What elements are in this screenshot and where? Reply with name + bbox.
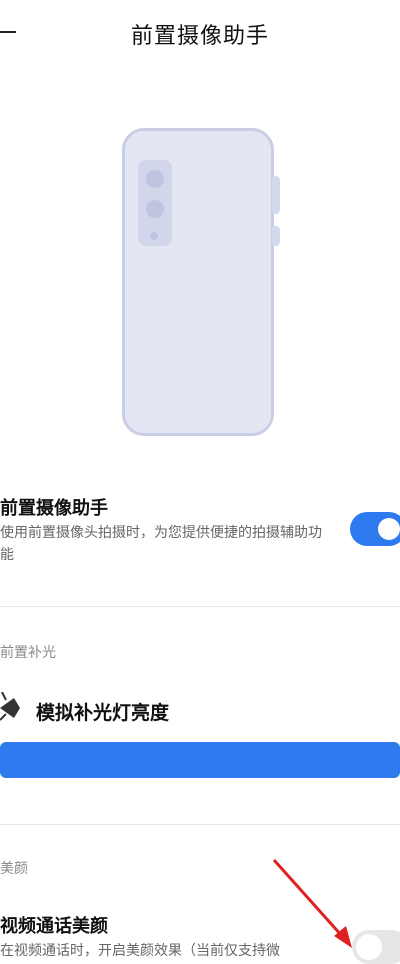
toggle-knob: [378, 518, 400, 540]
sensor-icon: [150, 232, 158, 240]
divider: [0, 824, 400, 825]
page-title: 前置摄像助手: [130, 24, 269, 49]
camera-lens-icon: [146, 170, 164, 188]
phone-side-button: [272, 176, 280, 214]
flash-icon: [146, 200, 164, 218]
assistant-description: 使用前置摄像头拍摄时，为您提供便捷的拍摄辅助功能: [0, 525, 322, 563]
beauty-title: 视频通话美颜: [0, 916, 108, 937]
beauty-description: 在视频通话时，开启美颜效果（当前仅支持微: [0, 943, 280, 959]
fill-light-title: 模拟补光灯亮度: [36, 702, 170, 724]
section-header-fill-light: 前置补光: [0, 645, 56, 661]
fill-light-brightness-slider[interactable]: [0, 742, 400, 778]
sparkle-icon: [0, 692, 20, 721]
assistant-title: 前置摄像助手: [0, 498, 108, 519]
assistant-toggle[interactable]: [350, 512, 400, 546]
divider: [0, 606, 400, 607]
phone-side-button: [272, 226, 280, 246]
section-header-beauty: 美颜: [0, 861, 28, 877]
annotation-arrow-icon: [272, 858, 352, 948]
